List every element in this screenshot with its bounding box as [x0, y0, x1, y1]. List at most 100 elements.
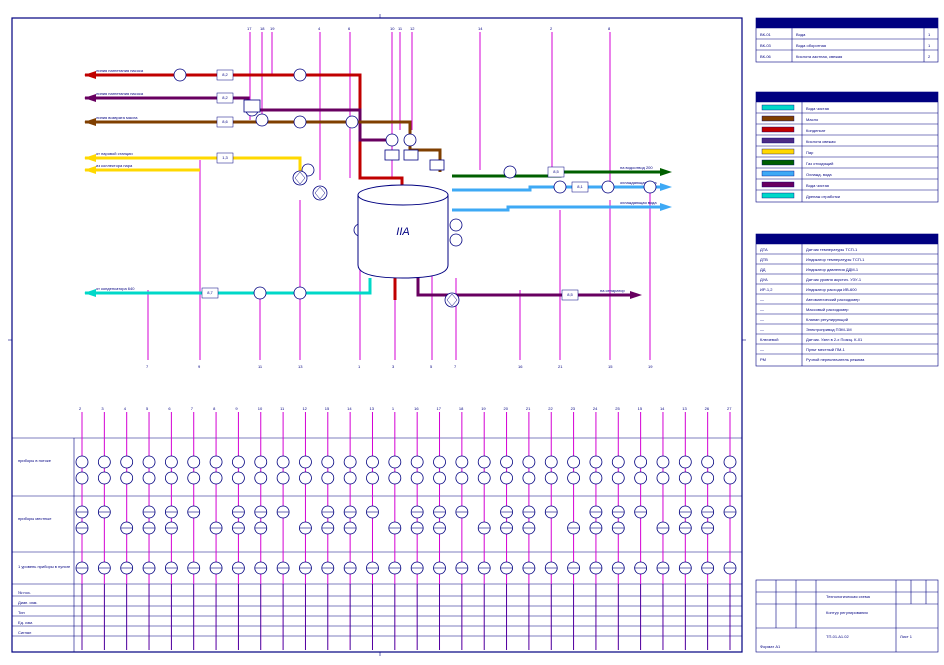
svg-text:Вода чистая: Вода чистая — [806, 106, 829, 111]
svg-text:Обозн.: Обозн. — [762, 20, 779, 27]
svg-text:—: — — [760, 307, 764, 312]
svg-text:8,1: 8,1 — [577, 184, 583, 189]
svg-text:27: 27 — [727, 406, 732, 411]
svg-text:Индикатор расхода ИВ-600: Индикатор расхода ИВ-600 — [806, 287, 858, 292]
svg-text:15: 15 — [325, 406, 330, 411]
svg-text:8,5: 8,5 — [567, 292, 573, 297]
svg-text:Конденсат: Конденсат — [806, 128, 826, 133]
svg-text:1: 1 — [928, 43, 931, 48]
svg-text:—: — — [760, 317, 764, 322]
svg-text:19: 19 — [481, 406, 486, 411]
svg-text:8,7: 8,7 — [207, 290, 213, 295]
svg-text:Технологическая схема: Технологическая схема — [826, 594, 871, 599]
svg-text:14: 14 — [660, 406, 665, 411]
svg-text:2: 2 — [550, 26, 553, 31]
svg-text:К.: К. — [928, 21, 933, 27]
svg-text:12: 12 — [302, 406, 307, 411]
svg-text:5: 5 — [146, 406, 149, 411]
svg-text:Ключевой: Ключевой — [760, 337, 778, 342]
svg-text:Наименование: Наименование — [846, 95, 883, 101]
svg-text:1 уровень приборы в пульте: 1 уровень приборы в пульте — [18, 564, 71, 569]
svg-text:Электропривод ПЭМ-1М: Электропривод ПЭМ-1М — [806, 327, 852, 332]
svg-text:11: 11 — [258, 364, 263, 369]
main-frame — [12, 18, 742, 652]
svg-text:Вода: Вода — [796, 32, 806, 37]
title-block: Технологическая схема Контур регулирован… — [756, 580, 938, 652]
svg-text:8,2: 8,2 — [222, 95, 228, 100]
svg-text:17: 17 — [247, 26, 252, 31]
svg-text:Пульт местный ПМ-1: Пульт местный ПМ-1 — [806, 347, 846, 352]
svg-text:Массовый расходомер: Массовый расходомер — [806, 307, 849, 312]
top-ids: 171819 4610 1112 1428 — [247, 26, 611, 31]
svg-text:15: 15 — [638, 406, 643, 411]
svg-text:ВК-06: ВК-06 — [760, 54, 772, 59]
svg-text:ВК-01: ВК-01 — [760, 32, 772, 37]
svg-text:Контур регулирования: Контур регулирования — [826, 610, 868, 615]
svg-text:—: — — [760, 347, 764, 352]
svg-text:Диап. изм.: Диап. изм. — [18, 600, 38, 605]
svg-text:20: 20 — [504, 406, 509, 411]
svg-text:11: 11 — [280, 406, 285, 411]
svg-text:линия нагнетания насоса: линия нагнетания насоса — [96, 68, 144, 73]
svg-text:1: 1 — [358, 364, 361, 369]
svg-text:8,2: 8,2 — [222, 72, 228, 77]
svg-text:Кислота свежая: Кислота свежая — [806, 139, 836, 144]
svg-text:Индикатор температуры ТСП-1: Индикатор температуры ТСП-1 — [806, 257, 865, 262]
legend-table-3: Обозн. Наименование ДТАДатчик температур… — [756, 234, 938, 366]
legend-table-2: Обозн. Наименование Вода чистаяМаслоКонд… — [756, 92, 938, 202]
svg-text:24: 24 — [593, 406, 598, 411]
svg-text:17: 17 — [437, 406, 442, 411]
svg-text:21: 21 — [526, 406, 531, 411]
svg-text:22: 22 — [548, 406, 553, 411]
svg-text:Формат А1: Формат А1 — [760, 644, 781, 649]
svg-text:Пар: Пар — [806, 150, 814, 155]
svg-text:—: — — [760, 297, 764, 302]
svg-text:23: 23 — [571, 406, 576, 411]
svg-text:8: 8 — [608, 26, 611, 31]
bottom-ids: 7911 1313 57 16211519 — [146, 364, 653, 369]
svg-text:10: 10 — [390, 26, 395, 31]
svg-text:Автоматический расходомер: Автоматический расходомер — [806, 297, 860, 302]
svg-text:линия возврата масла: линия возврата масла — [96, 115, 138, 120]
svg-text:11: 11 — [398, 26, 403, 31]
svg-text:4: 4 — [318, 26, 321, 31]
svg-text:Клапан регулирующий: Клапан регулирующий — [806, 317, 848, 322]
svg-text:25: 25 — [615, 406, 620, 411]
instrument-grid: приборы в потоке приборы местные 1 урове… — [12, 406, 742, 652]
svg-text:13: 13 — [369, 406, 374, 411]
svg-text:на водоотвод 200: на водоотвод 200 — [620, 165, 653, 170]
svg-text:ВК-03: ВК-03 — [760, 43, 772, 48]
svg-text:Ручной переключатель режима: Ручной переключатель режима — [806, 357, 865, 362]
svg-text:5: 5 — [430, 364, 433, 369]
svg-text:ИР-1,2: ИР-1,2 — [760, 287, 773, 292]
svg-text:ДТВ: ДТВ — [760, 257, 768, 262]
svg-text:Вода оборотная: Вода оборотная — [796, 43, 826, 48]
svg-text:2: 2 — [928, 54, 931, 59]
svg-text:Ед. изм.: Ед. изм. — [18, 620, 33, 625]
svg-text:Датчик температуры ТСП-1: Датчик температуры ТСП-1 — [806, 247, 858, 252]
legend-table-1: Обозн. Наименование К. ВК-01 Вода 1 ВК-03 Во… — [756, 18, 938, 62]
svg-text:Наименование: Наименование — [846, 237, 883, 243]
svg-text:6: 6 — [168, 406, 171, 411]
svg-text:18: 18 — [459, 406, 464, 411]
svg-text:9: 9 — [198, 364, 201, 369]
svg-text:охлаждающая вода: охлаждающая вода — [620, 200, 657, 205]
svg-text:16: 16 — [414, 406, 419, 411]
svg-text:13: 13 — [682, 406, 687, 411]
svg-text:Кислота азотная, свежая: Кислота азотная, свежая — [796, 54, 842, 59]
svg-text:3: 3 — [101, 406, 104, 411]
svg-text:Наименование: Наименование — [836, 21, 873, 27]
svg-text:приборы местные: приборы местные — [18, 516, 52, 521]
svg-text:на сепаратор: на сепаратор — [600, 288, 626, 293]
svg-text:от паровой станции: от паровой станции — [96, 151, 133, 156]
svg-text:Датчик. Узел в 2-х Позиц. К-01: Датчик. Узел в 2-х Позиц. К-01 — [806, 337, 863, 342]
svg-text:10: 10 — [258, 406, 263, 411]
svg-text:от конденсатора 640: от конденсатора 640 — [96, 286, 135, 291]
svg-text:Лист 1: Лист 1 — [900, 634, 913, 639]
svg-text:7: 7 — [146, 364, 149, 369]
svg-text:Тип: Тип — [18, 610, 25, 615]
svg-text:№ поз.: № поз. — [18, 590, 31, 595]
svg-text:Датчик уровня акустич. УЗУ-1: Датчик уровня акустич. УЗУ-1 — [806, 277, 862, 282]
svg-text:Сигнал: Сигнал — [18, 630, 32, 635]
svg-text:8,5: 8,5 — [553, 169, 559, 174]
